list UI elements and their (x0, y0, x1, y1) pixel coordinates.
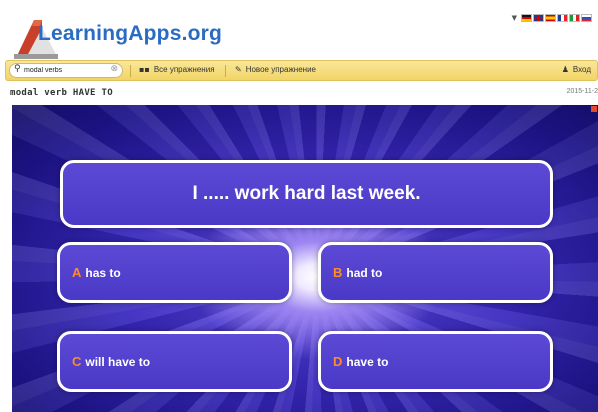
language-selector[interactable]: ▼ (512, 14, 592, 22)
answer-letter: C (72, 354, 82, 369)
pencil-icon: ✎ (235, 65, 242, 74)
flag-fr-icon[interactable] (557, 14, 568, 22)
login-label: Вход (572, 65, 591, 74)
new-exercise-link[interactable]: ✎ Новое упражнение (235, 65, 316, 74)
quiz-game-area: I ..... work hard last week. A has to B … (12, 105, 598, 412)
publish-date: 2015-11-2 (566, 88, 598, 95)
new-exercise-label: Новое упражнение (245, 65, 316, 74)
answer-letter: D (333, 354, 343, 369)
login-link[interactable]: ♟ Вход (562, 65, 591, 74)
fullscreen-icon[interactable] (591, 106, 597, 112)
all-exercises-label: Все упражнения (153, 65, 215, 74)
main-toolbar: ⚲ ⊗ ▪▪ Все упражнения ✎ Новое упражнение… (5, 60, 598, 81)
answer-letter: B (333, 265, 343, 280)
question-text: I ..... work hard last week. (192, 183, 421, 204)
toolbar-divider (130, 65, 131, 77)
answer-button-d[interactable]: D have to (318, 331, 553, 392)
search-input[interactable] (24, 65, 102, 76)
page-title: modal verb HAVE TO (10, 88, 113, 98)
user-icon: ♟ (561, 65, 569, 74)
all-exercises-link[interactable]: ▪▪ Все упражнения (139, 65, 215, 74)
answer-text: has to (85, 265, 121, 280)
flag-gb-icon[interactable] (533, 14, 544, 22)
clear-search-icon[interactable]: ⊗ (110, 64, 118, 74)
logo-text[interactable]: LearningApps.org (38, 22, 222, 46)
answer-text: will have to (85, 354, 151, 369)
question-card: I ..... work hard last week. (60, 160, 553, 228)
toolbar-divider (225, 65, 226, 77)
answer-button-b[interactable]: B had to (318, 242, 553, 303)
dropdown-arrow-icon[interactable]: ▼ (512, 14, 517, 22)
search-box[interactable]: ⚲ ⊗ (9, 63, 123, 78)
answer-button-c[interactable]: C will have to (57, 331, 292, 392)
grid-icon: ▪▪ (139, 65, 150, 74)
flag-es-icon[interactable] (545, 14, 556, 22)
answer-letter: A (72, 265, 82, 280)
site-header: LearningApps.org ▼ (0, 0, 598, 60)
search-icon[interactable]: ⚲ (14, 64, 21, 74)
flag-it-icon[interactable] (569, 14, 580, 22)
answer-text: have to (346, 354, 389, 369)
flag-de-icon[interactable] (521, 14, 532, 22)
answer-button-a[interactable]: A has to (57, 242, 292, 303)
answer-text: had to (346, 265, 383, 280)
flag-ru-icon[interactable] (581, 14, 592, 22)
